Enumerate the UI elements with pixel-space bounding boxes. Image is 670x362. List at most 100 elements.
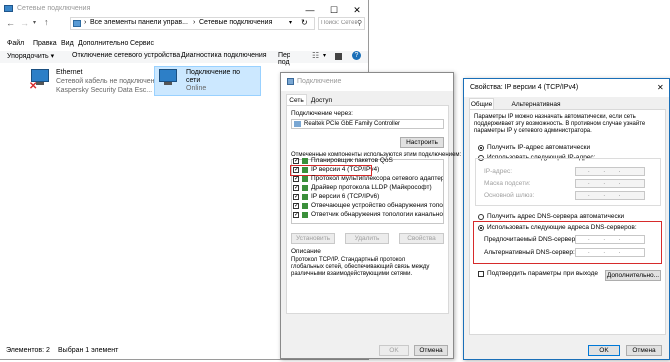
help-icon[interactable]: ? [352,51,361,60]
dialog-title: Подключение [297,78,342,85]
search-box[interactable]: Поиск: Сетевые подклю... ⚲ [318,17,365,30]
view-dropdown-icon[interactable]: ▾ [323,52,326,59]
uninstall-button[interactable]: Удалить [345,233,389,244]
back-arrow-icon[interactable]: ← [6,18,15,28]
radio-auto-dns-label[interactable]: Получить адрес DNS-сервера автоматически [487,213,624,220]
status-selected: Выбран 1 элемент [58,347,119,354]
qos-icon [302,158,308,164]
recent-chevron-icon[interactable]: ▾ [33,19,36,26]
gateway-label: Основной шлюз: [484,192,535,199]
dialog-caption: Подключение [281,73,453,91]
component-checkbox[interactable]: ✓ [293,176,299,182]
up-arrow-icon[interactable]: ↑ [44,17,49,27]
uninstall-button-label: Удалить [354,235,380,242]
protocol-icon [302,194,308,200]
component-checkbox[interactable]: ✓ [293,194,299,200]
connect-using-label: Подключение через: [291,110,353,117]
menu-edit[interactable]: Правка [33,40,57,47]
adapter-name: Realtek PCIe GbE Family Controller [304,121,401,127]
subnet-mask-field[interactable]: . . . [575,179,645,188]
menu-view[interactable]: Вид [61,40,74,47]
maximize-button[interactable]: ☐ [324,4,344,16]
disable-device-button[interactable]: Отключение сетевого устройства [72,52,180,59]
component-item[interactable]: Планировщик пакетов QoS [311,157,393,165]
cancel-button[interactable]: Отмена [414,345,448,356]
general-tab-panel: Параметры IP можно назначать автоматичес… [469,109,666,335]
radio-auto-ip-label[interactable]: Получить IP-адрес автоматически [487,144,590,151]
advanced-button-label: Дополнительно... [606,272,660,279]
network-folder-icon [4,5,13,12]
menu-file[interactable]: Файл [7,40,24,47]
address-bar[interactable]: › Все элементы панели управ... › Сетевые… [70,17,315,30]
minimize-button[interactable]: — [300,4,320,16]
subnet-mask-label: Маска подсети: [484,180,531,187]
ok-button-label: OK [599,347,609,354]
component-item[interactable]: IP версии 6 (TCP/IPv6) [311,193,379,201]
network-adapter-icon [294,121,301,127]
component-item[interactable]: Драйвер протокола LLDP (Майкрософт) [311,184,432,192]
tab-sharing-label: Доступ [310,97,333,104]
close-icon[interactable]: ✕ [657,83,664,92]
breadcrumb-separator-icon: › [84,19,87,26]
ip-address-field[interactable]: . . . [575,167,645,176]
menu-service[interactable]: Сервис [130,40,154,47]
component-checkbox[interactable]: ✓ [293,158,299,164]
search-icon: ⚲ [357,20,363,27]
search-input[interactable]: Поиск: Сетевые подклю... [321,20,357,26]
ok-button[interactable]: OK [379,345,409,356]
protocol-icon [302,185,308,191]
component-checkbox[interactable]: ✓ [293,203,299,209]
window-title: Сетевые подключения [17,5,91,12]
menu-advanced[interactable]: Дополнительно [78,40,128,47]
install-button-label: Установить [295,235,331,242]
diagnose-button[interactable]: Диагностика подключения [181,52,267,59]
ok-button[interactable]: OK [588,345,620,356]
cancel-button-label: Отмена [419,347,443,354]
control-panel-icon [73,20,81,27]
adapter-status: сети [186,77,201,84]
cancel-button-label: Отмена [632,347,656,354]
close-button[interactable]: ✕ [347,4,367,16]
component-checkbox[interactable]: ✓ [293,212,299,218]
adapter-name: Ethernet [56,69,83,76]
rename-button[interactable]: Переименование подключения [278,52,290,66]
adapter-ethernet[interactable]: ✕ Ethernet Сетевой кабель не подключен K… [28,67,155,97]
component-checkbox[interactable]: ✓ [293,185,299,191]
dialog-caption: Свойства: IP версии 4 (TCP/IPv4) ✕ [464,79,669,97]
disconnected-x-icon: ✕ [29,81,38,92]
install-button[interactable]: Установить [291,233,335,244]
radio-auto-dns[interactable] [478,214,484,220]
cancel-button[interactable]: Отмена [626,345,662,356]
advanced-button[interactable]: Дополнительно... [605,270,661,281]
ip-address-label: IP-адрес: [484,168,512,175]
monitor-icon [159,69,177,82]
validate-checkbox[interactable] [478,271,484,277]
adapter-field: Realtek PCIe GbE Family Controller [291,119,444,129]
gateway-field[interactable]: . . . [575,191,645,200]
description-group: Описание Протокол TCP/IP. Стандартный пр… [291,248,444,308]
description-text: Протокол TCP/IP. Стандартный протокол гл… [291,257,430,277]
command-bar: Упорядочить ▾ Отключение сетевого устрой… [0,51,368,66]
protocol-icon [302,203,308,209]
protocol-icon [302,212,308,218]
breadcrumb-network-connections[interactable]: Сетевые подключения [199,19,272,26]
network-adapter-icon [287,78,294,85]
preview-pane-icon[interactable] [335,53,342,60]
adapter-lan-selected[interactable]: Подключение по сети Online [154,66,261,96]
tab-network[interactable]: Сеть [286,94,307,105]
refresh-icon[interactable]: ↻ [301,18,308,27]
breadcrumb-control-panel[interactable]: Все элементы панели управ... [90,19,188,26]
component-item[interactable]: Ответчик обнаружения топологии канальног… [311,211,443,219]
component-item[interactable]: Отвечающее устройство обнаружения тополо… [311,202,443,210]
tab-general[interactable]: Общие [469,98,494,109]
forward-arrow-icon[interactable]: → [20,18,29,28]
validate-label[interactable]: Подтвердить параметры при выходе [487,270,598,277]
configure-button[interactable]: Настроить [400,137,444,148]
view-options-icon[interactable]: ☷ [312,51,319,60]
organize-button[interactable]: Упорядочить ▾ [7,52,54,60]
properties-button[interactable]: Свойства [399,233,444,244]
radio-auto-ip[interactable] [478,145,484,151]
component-item[interactable]: Протокол мультиплексора сетевого адаптер… [311,175,443,183]
adapter-device: Online [186,85,207,92]
address-dropdown-icon[interactable]: ▾ [289,19,292,26]
